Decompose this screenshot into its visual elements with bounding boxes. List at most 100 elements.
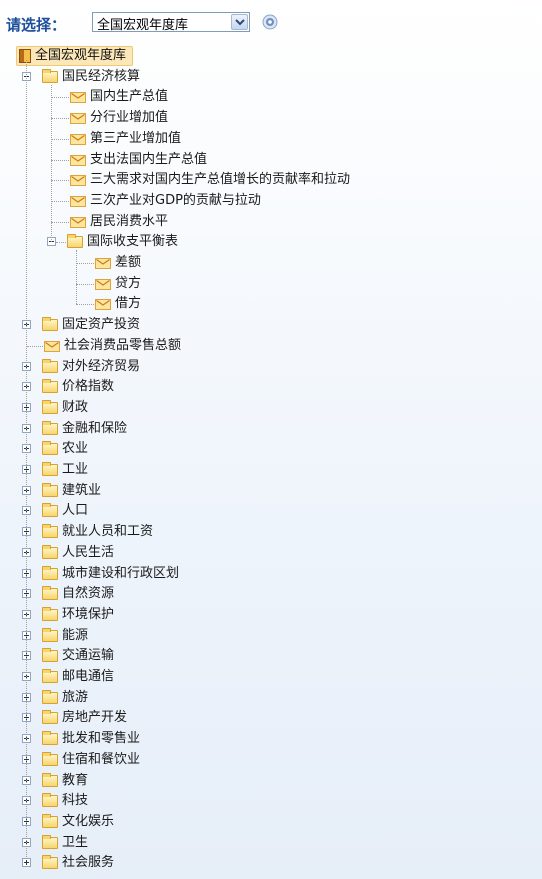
tree-node[interactable]: 教育 xyxy=(0,771,542,791)
tree-leaf-label: 支出法国内生产总值 xyxy=(90,151,208,167)
tree-line xyxy=(51,97,69,99)
tree-node[interactable]: 旅游 xyxy=(0,688,542,708)
tree-node[interactable]: 工业 xyxy=(0,460,542,480)
folder-icon xyxy=(42,648,58,663)
folder-icon xyxy=(42,462,58,476)
tree-node-label: 就业人员和工资 xyxy=(62,524,154,540)
folder-icon xyxy=(42,710,58,725)
tree-node-label: 能源 xyxy=(62,627,89,643)
document-icon xyxy=(70,133,86,145)
tree-line xyxy=(51,180,69,182)
folder-icon xyxy=(42,586,58,601)
folder-icon xyxy=(42,441,58,456)
tree-node[interactable]: 人民生活 xyxy=(0,543,542,563)
tree-node-label: 金融和保险 xyxy=(62,420,128,436)
tree-node-label: 自然资源 xyxy=(62,586,115,602)
tree-node-label: 文化娱乐 xyxy=(62,813,115,829)
folder-icon xyxy=(42,420,58,435)
tree-line xyxy=(27,345,43,347)
tree-node-label: 邮电通信 xyxy=(62,669,115,684)
tree-node-label: 工业 xyxy=(62,462,89,477)
tree-node[interactable]: 文化娱乐 xyxy=(0,812,542,832)
tree-node-label: 城市建设和行政区划 xyxy=(62,565,180,581)
tree-node-label: 批发和零售业 xyxy=(62,731,141,747)
tree-node[interactable]: 社会服务 xyxy=(0,853,542,873)
tree-node[interactable]: 就业人员和工资 xyxy=(0,522,542,542)
folder-icon xyxy=(42,793,58,808)
tree-node-label: 国民经济核算 xyxy=(62,68,141,84)
tree-node[interactable]: 人口 xyxy=(0,501,542,521)
go-icon[interactable] xyxy=(262,14,278,30)
tree-node-bop[interactable]: 国际收支平衡表 xyxy=(0,232,542,252)
tree-root[interactable]: 全国宏观年度库 xyxy=(16,46,134,66)
tree-leaf[interactable]: 居民消费水平 xyxy=(0,212,542,232)
tree-node-label: 对外经济贸易 xyxy=(62,358,141,374)
folder-icon xyxy=(42,379,58,394)
tree-node[interactable]: 自然资源 xyxy=(0,584,542,604)
tree-node[interactable]: 财政 xyxy=(0,398,542,418)
folder-icon xyxy=(42,565,58,580)
tree-node-label: 人口 xyxy=(62,503,89,519)
folder-icon xyxy=(42,751,58,766)
tree-node-label: 人民生活 xyxy=(62,544,115,560)
tree-line xyxy=(26,60,27,860)
document-icon xyxy=(70,175,86,187)
chevron-down-icon[interactable] xyxy=(231,14,248,30)
tree-leaf[interactable]: 三大需求对国内生产总值增长的贡献率和拉动 xyxy=(0,170,542,190)
tree-line xyxy=(51,118,69,120)
tree-node[interactable]: 金融和保险 xyxy=(0,419,542,439)
folder-icon xyxy=(42,689,58,704)
tree-line xyxy=(51,84,52,243)
tree-node[interactable]: 住宿和餐饮业 xyxy=(0,750,542,770)
tree-node[interactable]: 建筑业 xyxy=(0,481,542,501)
document-icon xyxy=(70,195,86,207)
folder-icon xyxy=(42,68,58,83)
database-icon xyxy=(19,48,31,63)
folder-icon xyxy=(42,399,58,414)
tree-node-national-accounts[interactable]: 国民经济核算 xyxy=(0,67,542,87)
tree-node-label: 教育 xyxy=(62,772,89,788)
tree-node[interactable]: 邮电通信 xyxy=(0,667,542,687)
tree-line xyxy=(76,250,77,305)
tree-node-label: 价格指数 xyxy=(62,379,115,395)
tree-node[interactable]: 城市建设和行政区划 xyxy=(0,564,542,584)
tree-node-label: 科技 xyxy=(62,793,89,809)
tree-line xyxy=(51,200,69,202)
tree-line xyxy=(76,263,94,264)
tree-node-label: 农业 xyxy=(62,441,89,457)
folder-icon xyxy=(42,544,58,559)
tree-node[interactable]: 批发和零售业 xyxy=(0,729,542,749)
tree-line xyxy=(56,242,66,244)
tree-leaf[interactable]: 分行业增加值 xyxy=(0,108,542,128)
tree-node[interactable]: 交通运输 xyxy=(0,646,542,666)
tree-node[interactable]: 农业 xyxy=(0,439,542,459)
tree-leaf[interactable]: 国内生产总值 xyxy=(0,87,542,107)
tree-node[interactable]: 能源 xyxy=(0,626,542,646)
tree-leaf-label: 国内生产总值 xyxy=(90,89,169,105)
tree-node[interactable]: 科技 xyxy=(0,791,542,811)
tree-line xyxy=(76,304,94,306)
database-select[interactable]: 全国宏观年度库 xyxy=(92,12,250,33)
tree-node[interactable]: 价格指数 xyxy=(0,377,542,397)
tree-node[interactable]: 环境保护 xyxy=(0,605,542,625)
expand-icon[interactable] xyxy=(22,858,31,868)
tree-leaf[interactable]: 社会消费品零售总额 xyxy=(0,336,542,356)
folder-icon xyxy=(42,834,58,849)
folder-icon xyxy=(42,524,58,539)
tree-leaf[interactable]: 支出法国内生产总值 xyxy=(0,150,542,170)
tree-node[interactable]: 固定资产投资 xyxy=(0,315,542,335)
tree-leaf-label: 社会消费品零售总额 xyxy=(64,337,182,353)
tree-leaf-label: 居民消费水平 xyxy=(90,213,169,229)
document-icon xyxy=(70,113,86,125)
tree-node-label: 住宿和餐饮业 xyxy=(62,751,141,767)
tree-leaf[interactable]: 第三产业增加值 xyxy=(0,129,542,149)
tree-node[interactable]: 对外经济贸易 xyxy=(0,357,542,377)
tree-node[interactable]: 房地产开发 xyxy=(0,708,542,728)
document-icon xyxy=(70,154,86,166)
tree-node-label: 财政 xyxy=(62,399,89,415)
tree-node-label: 国际收支平衡表 xyxy=(87,234,179,250)
tree-leaf[interactable]: 三次产业对GDP的贡献与拉动 xyxy=(0,191,542,211)
tree-node[interactable]: 卫生 xyxy=(0,833,542,853)
tree-node-label: 房地产开发 xyxy=(62,710,128,726)
folder-icon xyxy=(42,813,58,828)
